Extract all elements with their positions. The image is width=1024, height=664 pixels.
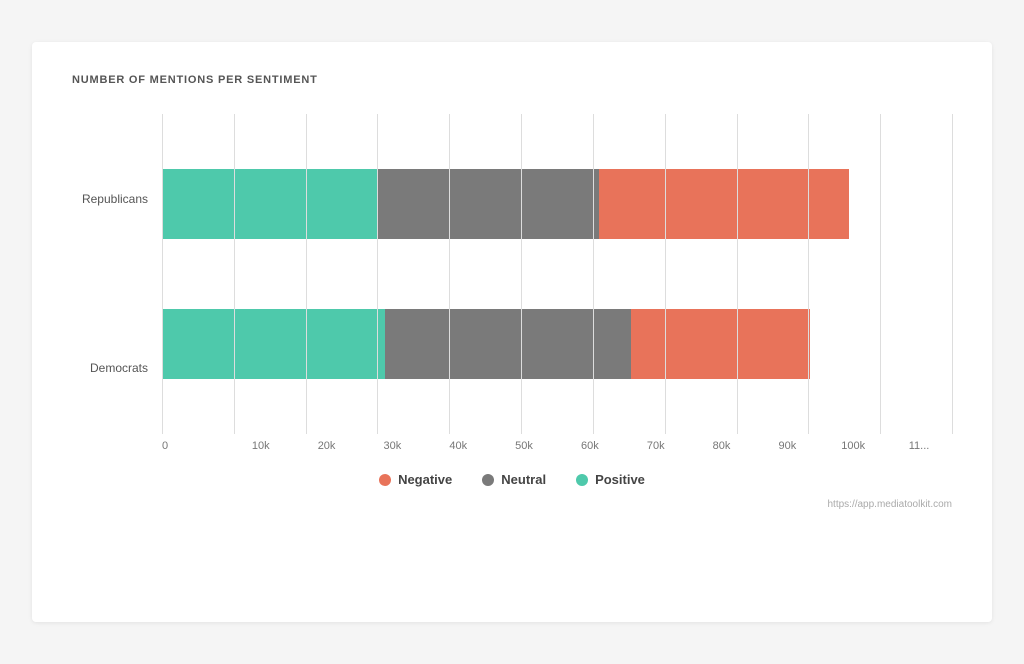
x-tick-100k: 100k [820,440,886,452]
legend-item-positive: Positive [576,472,645,487]
grid-line-1 [234,114,235,434]
x-tick-50k: 50k [491,440,557,452]
legend-dot-neutral [482,474,494,486]
x-tick-90k: 90k [754,440,820,452]
democrats-neutral [385,309,631,379]
watermark: https://app.mediatoolkit.com [72,499,952,510]
republicans-negative [599,169,850,239]
x-tick-11: 11... [886,440,952,452]
x-tick-80k: 80k [689,440,755,452]
chart-container: NUMBER OF MENTIONS PER SENTIMENT Republi… [32,42,992,622]
y-label-republicans: Republicans [82,164,148,234]
legend-label-neutral: Neutral [501,472,546,487]
x-tick-70k: 70k [623,440,689,452]
legend-label-positive: Positive [595,472,645,487]
republicans-neutral [377,169,599,239]
grid-line-2 [306,114,307,434]
plot-area: 0 10k 20k 30k 40k 50k 60k 70k 80k 90k 10… [162,114,952,452]
grid-line-9 [808,114,809,434]
legend: Negative Neutral Positive [72,472,952,487]
bar-row-republicans [162,169,849,239]
legend-label-negative: Negative [398,472,452,487]
legend-item-negative: Negative [379,472,452,487]
republicans-positive [162,169,377,239]
grid-line-10 [880,114,881,434]
grid-line-3 [377,114,378,434]
grid-line-8 [737,114,738,434]
legend-dot-positive [576,474,588,486]
legend-dot-negative [379,474,391,486]
x-tick-30k: 30k [359,440,425,452]
x-axis: 0 10k 20k 30k 40k 50k 60k 70k 80k 90k 10… [162,440,952,452]
y-label-democrats: Democrats [90,333,148,403]
grid-line-4 [449,114,450,434]
bars-and-grid [162,114,952,434]
grid-line-11 [952,114,953,434]
democrats-negative [631,309,810,379]
x-tick-0: 0 [162,440,228,452]
grid-line-6 [593,114,594,434]
bar-row-democrats [162,309,810,379]
grid-line-7 [665,114,666,434]
chart-title: NUMBER OF MENTIONS PER SENTIMENT [72,74,952,86]
grid-line-5 [521,114,522,434]
democrats-positive [162,309,385,379]
x-tick-60k: 60k [557,440,623,452]
grid-line-0 [162,114,163,434]
y-axis: Republicans Democrats [72,114,162,452]
x-tick-40k: 40k [425,440,491,452]
legend-item-neutral: Neutral [482,472,546,487]
chart-area: Republicans Democrats [72,114,952,452]
x-tick-20k: 20k [294,440,360,452]
x-tick-10k: 10k [228,440,294,452]
